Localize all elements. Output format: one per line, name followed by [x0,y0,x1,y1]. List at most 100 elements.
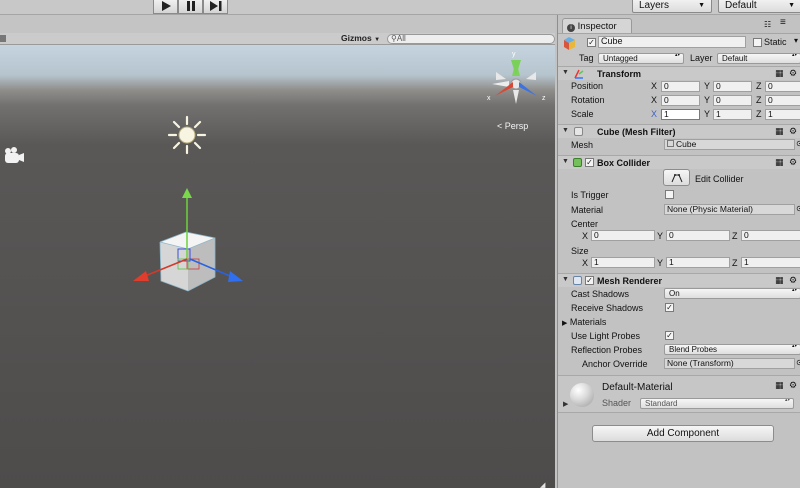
layout-dropdown[interactable]: Default ▼ [718,0,800,13]
is-trigger-checkbox[interactable] [665,190,674,199]
directional-light-icon [167,115,207,155]
layer-dropdown[interactable]: Default [717,53,800,64]
object-picker-icon[interactable]: ⊙ [796,139,800,148]
scene-drawing: x z y [5,51,546,292]
size-y-field[interactable]: 1 [666,257,730,268]
svg-text:z: z [542,95,546,102]
help-icon[interactable]: ▦ [775,380,784,391]
step-button[interactable] [203,0,228,14]
object-picker-icon[interactable]: ⊙ [796,358,800,367]
scene-search-input[interactable]: ⚲All [387,34,555,44]
anchor-override-field[interactable]: None (Transform) [664,358,795,369]
layout-label: Default [725,0,757,11]
material-name: Default-Material [602,382,673,393]
gear-icon[interactable]: ⚙ [789,157,797,168]
receive-shadows-checkbox[interactable]: ✓ [665,303,674,312]
center-z-field[interactable]: 0 [741,230,800,241]
tab-inspector-label: Inspector [577,21,617,32]
object-name-field[interactable]: Cube [598,36,746,48]
size-z-field[interactable]: 1 [741,257,800,268]
light-probes-label: Use Light Probes [571,331,641,341]
layers-dropdown[interactable]: Layers ▼ [632,0,712,13]
active-checkbox[interactable]: ✓ [587,38,596,47]
center-label: Center [571,219,599,229]
mesh-filter-icon [574,127,583,136]
size-x-field[interactable]: 1 [591,257,655,268]
tag-dropdown[interactable]: Untagged [598,53,684,64]
cube-object-icon [563,37,576,50]
rotation-z-field[interactable]: 0 [765,95,800,106]
mesh-filter-header[interactable]: ▼ Cube (Mesh Filter) ▦ ⚙ [558,124,800,138]
shader-dropdown[interactable]: Standard [640,398,794,409]
svg-text:y: y [512,51,516,58]
scene-header: Gizmos ▼ ⚲All [0,33,555,45]
gear-icon[interactable]: ⚙ [789,275,797,286]
lock-icon[interactable]: ☷ [764,20,771,29]
position-x-field[interactable]: 0 [661,81,700,92]
transform-header[interactable]: ▼ Transform ▦ ⚙ [558,66,800,80]
edit-collider-label: Edit Collider [695,174,744,184]
edit-collider-button[interactable] [663,169,690,186]
mesh-renderer-header[interactable]: ▼ ✓ Mesh Renderer ▦ ⚙ [558,273,800,287]
reflection-probes-dropdown[interactable]: Blend Probes [664,344,800,355]
tab-inspector[interactable]: i Inspector [562,18,632,33]
help-icon[interactable]: ▦ [775,126,784,137]
help-icon[interactable]: ▦ [775,157,784,168]
scale-z-field[interactable]: 1 [765,109,800,120]
mesh-renderer-enabled-checkbox[interactable]: ✓ [585,276,594,285]
materials-foldout[interactable]: ▶ Materials [562,317,606,327]
rotation-x-field[interactable]: 0 [661,95,700,106]
help-icon[interactable]: ▦ [775,68,784,79]
step-icon [209,0,221,11]
scene-viewport[interactable]: x z y < Persp ◢ [0,45,555,488]
gear-icon[interactable]: ⚙ [789,68,797,79]
search-placeholder: All [396,34,406,43]
y-label: Y [657,231,664,241]
gizmos-dropdown[interactable]: Gizmos ▼ [341,33,380,43]
box-collider-header[interactable]: ▼ ✓ Box Collider ▦ ⚙ [558,155,800,169]
perspective-label[interactable]: < Persp [497,121,528,131]
pause-button[interactable] [178,0,203,14]
object-picker-icon[interactable]: ⊙ [796,204,800,213]
x-label: X [582,231,589,241]
gear-icon[interactable]: ⚙ [789,380,797,391]
center-x-field[interactable]: 0 [591,230,655,241]
collapse-arrow-icon: ▼ [562,276,569,283]
shader-label: Shader [602,398,632,408]
scale-x-field[interactable]: 1 [661,109,700,120]
panel-menu-icon[interactable]: ≡ [780,17,786,28]
gear-icon[interactable]: ⚙ [789,126,797,137]
physic-material-field[interactable]: None (Physic Material) [664,204,795,215]
static-chevron-icon[interactable]: ▾ [794,36,798,45]
expand-arrow-icon[interactable]: ▶ [563,400,568,408]
shading-mode-icon[interactable] [0,35,6,42]
z-label: Z [756,109,762,119]
layers-label: Layers [639,0,670,11]
mesh-label: Mesh [571,140,594,150]
position-label: Position [571,81,604,91]
y-label: Y [704,95,711,105]
z-label: Z [732,231,738,241]
mesh-field[interactable]: Cube [664,139,795,150]
cast-shadows-label: Cast Shadows [571,289,630,299]
static-checkbox[interactable] [753,38,762,47]
edit-collider-icon [671,173,682,182]
svg-text:x: x [487,95,491,102]
position-y-field[interactable]: 0 [713,81,752,92]
resize-corner-icon[interactable]: ◢ [540,481,545,488]
rotation-label: Rotation [571,95,605,105]
play-button[interactable] [153,0,178,14]
object-header: ✓ Cube Static ▾ Tag Untagged Layer Defau… [558,33,800,67]
help-icon[interactable]: ▦ [775,275,784,286]
center-y-field[interactable]: 0 [666,230,730,241]
cast-shadows-dropdown[interactable]: On [664,288,800,299]
scene-tab-strip [0,15,555,33]
x-label: X [582,258,589,268]
add-component-button[interactable]: Add Component [592,425,774,442]
position-z-field[interactable]: 0 [765,81,800,92]
rotation-y-field[interactable]: 0 [713,95,752,106]
mesh-filter-title: Cube (Mesh Filter) [597,127,676,137]
scale-y-field[interactable]: 1 [713,109,752,120]
box-collider-enabled-checkbox[interactable]: ✓ [585,158,594,167]
light-probes-checkbox[interactable]: ✓ [665,331,674,340]
